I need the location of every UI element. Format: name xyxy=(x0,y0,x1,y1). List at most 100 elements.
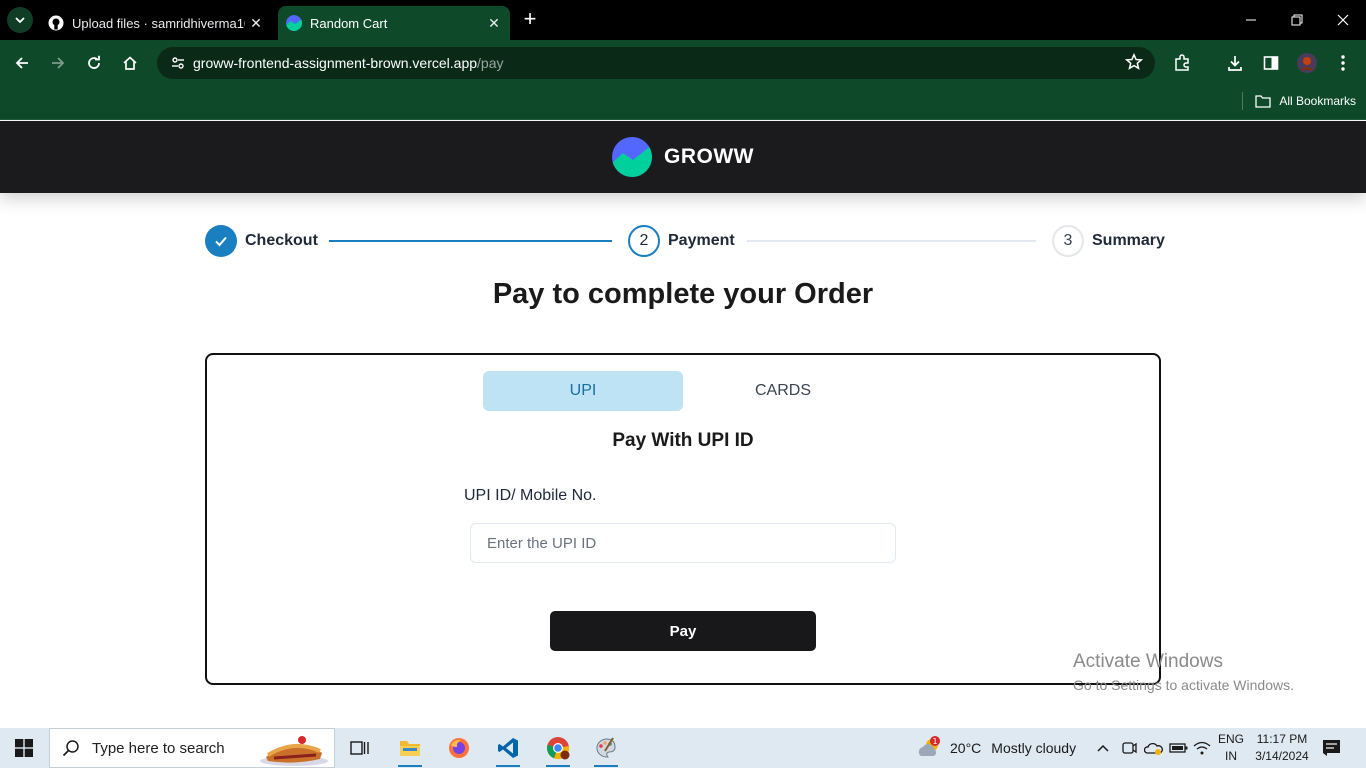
page-title: Pay to complete your Order xyxy=(492,278,874,310)
tab-upi[interactable]: UPI xyxy=(483,371,683,411)
all-bookmarks-button[interactable]: All Bookmarks xyxy=(1242,92,1356,110)
search-icon xyxy=(62,740,79,757)
palette-icon xyxy=(596,737,616,758)
browser-tab-random-cart[interactable]: Random Cart ✕ xyxy=(278,6,510,40)
home-icon xyxy=(123,56,137,70)
github-icon xyxy=(48,15,64,31)
groww-favicon xyxy=(286,15,302,31)
close-icon xyxy=(1337,14,1349,26)
meet-now-icon[interactable] xyxy=(1121,728,1137,768)
weather-widget[interactable]: 1 20°C Mostly cloudy xyxy=(916,728,1076,768)
side-panel-icon[interactable] xyxy=(1258,50,1284,76)
address-bar[interactable]: groww-frontend-assignment-brown.vercel.a… xyxy=(157,47,1155,79)
watermark-title: Activate Windows xyxy=(1073,651,1223,672)
tab-search-button[interactable] xyxy=(7,7,33,33)
check-icon xyxy=(215,236,227,247)
windows-logo-icon xyxy=(15,739,33,757)
checkout-stepper: Checkout 2 Payment 3 Summary xyxy=(205,225,1165,257)
site-info-icon[interactable] xyxy=(163,55,193,71)
wifi-icon[interactable] xyxy=(1193,728,1211,768)
step-connector-complete xyxy=(329,240,612,242)
file-explorer-app[interactable] xyxy=(386,728,434,768)
extensions-icon[interactable] xyxy=(1169,50,1195,76)
close-icon[interactable]: ✕ xyxy=(483,12,505,34)
folder-icon xyxy=(1255,95,1271,108)
firefox-app[interactable] xyxy=(435,728,483,768)
home-button[interactable] xyxy=(116,49,144,77)
chrome-app[interactable] xyxy=(534,728,582,768)
weather-condition: Mostly cloudy xyxy=(991,740,1077,756)
vscode-app[interactable] xyxy=(484,728,532,768)
tab-title: Upload files · samridhiverma10/ xyxy=(72,15,245,31)
pay-button[interactable]: Pay xyxy=(550,611,816,651)
url-path: /pay xyxy=(477,55,504,71)
windows-taskbar: Type here to search 1 20°C Mostly cloudy xyxy=(0,728,1366,768)
forward-button[interactable] xyxy=(44,49,72,77)
close-icon[interactable]: ✕ xyxy=(245,12,267,34)
start-button[interactable] xyxy=(0,728,48,768)
vscode-icon xyxy=(498,738,518,758)
site-header: GROWW xyxy=(0,121,1366,193)
close-window-button[interactable] xyxy=(1320,0,1366,40)
divider xyxy=(1242,92,1244,110)
step-label: Checkout xyxy=(245,232,318,249)
profile-avatar[interactable] xyxy=(1294,50,1320,76)
bookmark-star-icon[interactable] xyxy=(1124,52,1144,76)
paint-app[interactable] xyxy=(582,728,630,768)
groww-logo-icon xyxy=(612,137,652,177)
battery-icon[interactable] xyxy=(1169,728,1189,768)
taskbar-clock[interactable]: 11:17 PM 3/14/2024 xyxy=(1251,731,1313,765)
lang-line2: IN xyxy=(1225,749,1237,763)
weather-alert-badge: 1 xyxy=(932,737,937,746)
kebab-menu-icon[interactable] xyxy=(1330,50,1356,76)
chevron-up-icon xyxy=(1097,744,1109,752)
search-placeholder: Type here to search xyxy=(92,739,225,757)
all-bookmarks-label: All Bookmarks xyxy=(1279,94,1356,108)
tab-cards[interactable]: CARDS xyxy=(683,371,883,411)
show-hidden-icons-button[interactable] xyxy=(1096,728,1110,768)
new-tab-button[interactable]: + xyxy=(518,8,542,32)
restore-button[interactable] xyxy=(1274,0,1320,40)
arrow-left-icon xyxy=(15,57,28,69)
step-payment: 2 Payment xyxy=(628,225,735,257)
step-complete-circle xyxy=(205,225,237,257)
activate-windows-watermark: Activate Windows Go to Settings to activ… xyxy=(1073,651,1294,693)
restore-icon xyxy=(1291,14,1303,26)
payment-card: UPI CARDS Pay With UPI ID UPI ID/ Mobile… xyxy=(205,353,1161,685)
clock-time: 11:17 PM xyxy=(1256,732,1308,746)
pie-illustration-icon xyxy=(260,736,328,766)
chrome-icon xyxy=(547,737,570,760)
step-label: Summary xyxy=(1092,232,1165,249)
notification-icon xyxy=(1323,740,1340,756)
task-view-icon xyxy=(350,741,369,755)
section-title: Pay With UPI ID xyxy=(612,430,754,451)
clock-date: 3/14/2024 xyxy=(1255,749,1309,763)
lang-line1: ENG xyxy=(1217,732,1244,746)
step-label: Payment xyxy=(668,232,735,249)
tab-title: Random Cart xyxy=(310,15,388,31)
upi-field-label: UPI ID/ Mobile No. xyxy=(464,487,597,504)
weather-temperature: 20°C xyxy=(950,740,982,756)
firefox-icon xyxy=(449,738,469,758)
minimize-button[interactable] xyxy=(1228,0,1274,40)
step-summary: 3 Summary xyxy=(1052,225,1165,257)
browser-toolbar: groww-frontend-assignment-brown.vercel.a… xyxy=(0,40,1366,86)
step-number: 2 xyxy=(628,225,660,257)
brand-name: GROWW xyxy=(664,145,754,168)
taskbar-search[interactable]: Type here to search xyxy=(49,728,335,768)
onedrive-icon[interactable] xyxy=(1144,728,1164,768)
step-connector-pending xyxy=(747,240,1036,242)
reload-button[interactable] xyxy=(80,49,108,77)
back-button[interactable] xyxy=(8,49,36,77)
step-checkout: Checkout xyxy=(205,225,318,257)
task-view-button[interactable] xyxy=(336,728,384,768)
minimize-icon xyxy=(1246,19,1256,21)
browser-tab-bar: Upload files · samridhiverma10/ ✕ Random… xyxy=(0,0,1366,40)
url-text: groww-frontend-assignment-brown.vercel.a… xyxy=(193,55,504,71)
notifications-button[interactable] xyxy=(1322,728,1342,768)
input-language-indicator[interactable]: ENG IN xyxy=(1216,731,1246,765)
browser-tab-upload[interactable]: Upload files · samridhiverma10/ ✕ xyxy=(40,6,272,40)
upi-id-input[interactable] xyxy=(470,523,896,563)
download-icon[interactable] xyxy=(1222,50,1248,76)
chevron-down-icon xyxy=(15,17,25,24)
